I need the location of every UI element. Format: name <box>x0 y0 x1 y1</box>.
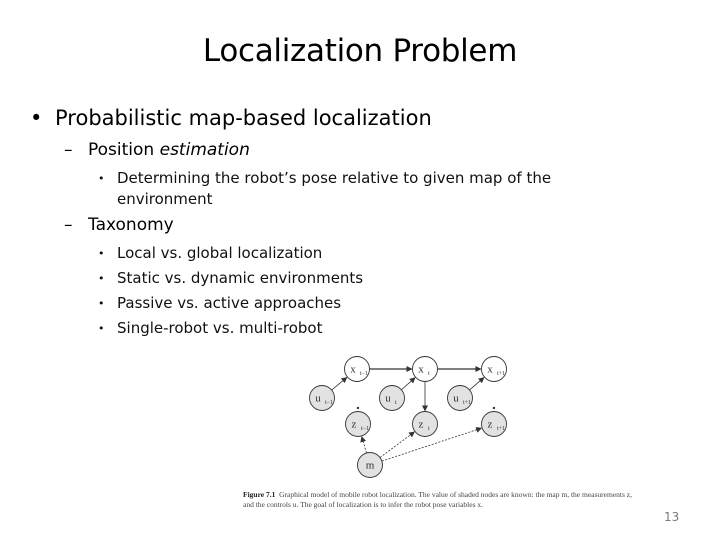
node-label: x <box>487 364 493 376</box>
node-x-next: x t+1 <box>481 356 507 382</box>
node-label: x <box>418 364 424 376</box>
edge-m-to-z-prev <box>360 435 367 454</box>
taxonomy-item-text: Local vs. global localization <box>117 244 323 262</box>
node-subscript: t−1 <box>360 371 368 377</box>
dash-marker: – <box>64 215 73 235</box>
node-label: u <box>315 393 321 405</box>
node-label: z <box>352 419 357 431</box>
node-label: z <box>419 419 424 431</box>
subbullet-text: Taxonomy <box>88 215 174 235</box>
subbullet-position-estimation: – Position estimation <box>64 140 250 160</box>
node-x-prev: x t−1 <box>344 356 370 382</box>
node-subscript: t−1 <box>361 426 369 432</box>
node-label: u <box>385 393 391 405</box>
figure-caption: Figure 7.1 Graphical model of mobile rob… <box>243 490 643 510</box>
bullet-text: Probabilistic map-based localization <box>55 106 432 130</box>
dot-marker: • <box>98 172 105 185</box>
taxonomy-item-text: Passive vs. active approaches <box>117 294 342 312</box>
dash-marker: – <box>64 140 73 160</box>
edge-m-to-z-t <box>379 431 415 458</box>
bullet-marker: • <box>30 106 43 130</box>
edge-u-t-to-x-t <box>401 377 416 391</box>
edge-u-prev-to-x-prev <box>331 376 348 391</box>
subbullet-text-italic: estimation <box>159 140 250 160</box>
node-subscript: t+1 <box>463 400 471 406</box>
node-z-prev: z t−1 <box>345 411 371 437</box>
figure-caption-label: Figure 7.1 <box>243 490 276 499</box>
detail-text: Determining the robot’s pose relative to… <box>117 169 552 208</box>
node-circle <box>481 411 507 437</box>
z-prev-dot-marker <box>356 406 360 410</box>
dot-marker: • <box>98 297 105 310</box>
bullet-probabilistic-localization: • Probabilistic map-based localization <box>30 106 432 130</box>
node-circle <box>344 356 370 382</box>
node-u-next: u t+1 <box>447 385 473 411</box>
node-subscript: t+1 <box>497 426 505 432</box>
node-circle <box>481 356 507 382</box>
node-circle <box>412 356 438 382</box>
node-m: m <box>357 452 383 478</box>
node-circle <box>447 385 473 411</box>
node-label: z <box>488 419 493 431</box>
node-label: m <box>366 460 375 472</box>
node-label: x <box>350 364 356 376</box>
slide-title: Localization Problem <box>202 33 518 69</box>
graphical-model-diagram: x t−1 x t x t+1u t−1 u t u t+1z t−1 z t z t+1m <box>309 356 507 478</box>
taxonomy-item-text: Single-robot vs. multi-robot <box>117 319 323 337</box>
node-z-next: z t+1 <box>481 411 507 437</box>
edge-u-next-to-x-next <box>469 377 485 391</box>
node-z-t: zt <box>412 411 438 437</box>
node-circle <box>309 385 335 411</box>
node-circle <box>345 411 371 437</box>
taxonomy-item: • Passive vs. active approaches <box>98 293 637 314</box>
page-number: 13 <box>664 510 680 524</box>
taxonomy-item: • Single-robot vs. multi-robot <box>98 318 637 339</box>
node-u-t: ut <box>379 385 405 411</box>
subbullet-text: Position <box>88 140 160 160</box>
node-subscript: t+1 <box>497 371 505 377</box>
diagram-nodes: x t−1 x t x t+1u t−1 u t u t+1z t−1 z t z t+1m <box>309 356 507 478</box>
detail-item-pose-determination: • Determining the robot’s pose relative … <box>98 168 637 210</box>
taxonomy-item: • Static vs. dynamic environments <box>98 268 637 289</box>
taxonomy-item: • Local vs. global localization <box>98 243 637 264</box>
z-next-dot-marker <box>492 406 496 410</box>
figure-caption-text: Graphical model of mobile robot localiza… <box>243 490 632 509</box>
node-subscript: t−1 <box>325 400 333 406</box>
dot-marker: • <box>98 272 105 285</box>
subbullet-taxonomy: – Taxonomy <box>64 215 174 235</box>
node-circle <box>412 411 438 437</box>
node-circle <box>379 385 405 411</box>
node-x-t: xt <box>412 356 438 382</box>
dot-marker: • <box>98 322 105 335</box>
node-u-prev: u t−1 <box>309 385 335 411</box>
taxonomy-item-text: Static vs. dynamic environments <box>117 269 364 287</box>
node-label: u <box>453 393 459 405</box>
dot-marker: • <box>98 247 105 260</box>
